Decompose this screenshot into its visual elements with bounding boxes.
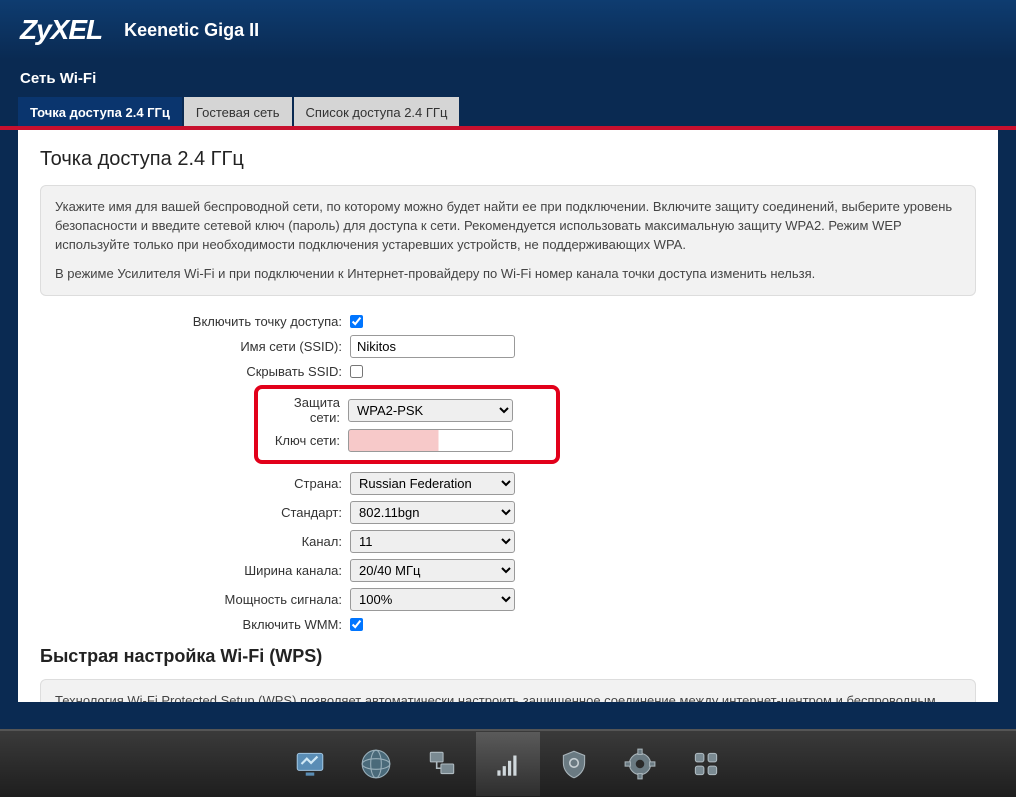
channel-label: Канал:	[40, 534, 350, 549]
tab-access-point[interactable]: Точка доступа 2.4 ГГц	[18, 97, 182, 126]
width-select[interactable]: 20/40 МГц	[350, 559, 515, 582]
security-label: Защита сети:	[266, 395, 348, 425]
channel-select[interactable]: 11	[350, 530, 515, 553]
tab-access-list[interactable]: Список доступа 2.4 ГГц	[294, 97, 460, 126]
nav-wifi-icon[interactable]	[476, 732, 540, 796]
ssid-label: Имя сети (SSID):	[40, 339, 350, 354]
logo: ZyXEL	[20, 14, 102, 46]
nav-shield-icon[interactable]	[542, 732, 606, 796]
enable-ap-label: Включить точку доступа:	[40, 314, 350, 329]
subheader: Сеть Wi-Fi	[0, 60, 1016, 91]
nav-gear-icon[interactable]	[608, 732, 672, 796]
wps-info-text: Технология Wi-Fi Protected Setup (WPS) п…	[55, 692, 961, 702]
enable-ap-checkbox[interactable]	[350, 315, 363, 328]
security-select[interactable]: WPA2-PSK	[348, 399, 513, 422]
nav-network-icon[interactable]	[410, 732, 474, 796]
content: Точка доступа 2.4 ГГц Укажите имя для ва…	[18, 130, 998, 702]
page-category: Сеть Wi-Fi	[20, 70, 996, 87]
section-title: Точка доступа 2.4 ГГц	[40, 148, 976, 171]
key-label: Ключ сети:	[266, 433, 348, 448]
info-text-1: Укажите имя для вашей беспроводной сети,…	[55, 198, 961, 255]
model-name: Keenetic Giga II	[124, 20, 259, 41]
bottom-nav	[0, 729, 1016, 797]
nav-globe-icon[interactable]	[344, 732, 408, 796]
width-label: Ширина канала:	[40, 563, 350, 578]
security-highlight: Защита сети: WPA2-PSK Ключ сети:	[254, 385, 560, 464]
info-text-2: В режиме Усилителя Wi-Fi и при подключен…	[55, 265, 961, 284]
header: ZyXEL Keenetic Giga II	[0, 0, 1016, 60]
info-box: Укажите имя для вашей беспроводной сети,…	[40, 185, 976, 296]
country-select[interactable]: Russian Federation	[350, 472, 515, 495]
tabs: Точка доступа 2.4 ГГц Гостевая сеть Спис…	[0, 91, 1016, 130]
tab-guest-network[interactable]: Гостевая сеть	[184, 97, 292, 126]
wps-info-box: Технология Wi-Fi Protected Setup (WPS) п…	[40, 679, 976, 702]
key-input[interactable]	[348, 429, 513, 452]
hide-ssid-checkbox[interactable]	[350, 365, 363, 378]
power-label: Мощность сигнала:	[40, 592, 350, 607]
nav-apps-icon[interactable]	[674, 732, 738, 796]
ssid-input[interactable]	[350, 335, 515, 358]
wps-title: Быстрая настройка Wi-Fi (WPS)	[40, 646, 976, 667]
country-label: Страна:	[40, 476, 350, 491]
power-select[interactable]: 100%	[350, 588, 515, 611]
standard-label: Стандарт:	[40, 505, 350, 520]
wmm-checkbox[interactable]	[350, 618, 363, 631]
standard-select[interactable]: 802.11bgn	[350, 501, 515, 524]
wmm-label: Включить WMM:	[40, 617, 350, 632]
hide-ssid-label: Скрывать SSID:	[40, 364, 350, 379]
nav-monitor-icon[interactable]	[278, 732, 342, 796]
